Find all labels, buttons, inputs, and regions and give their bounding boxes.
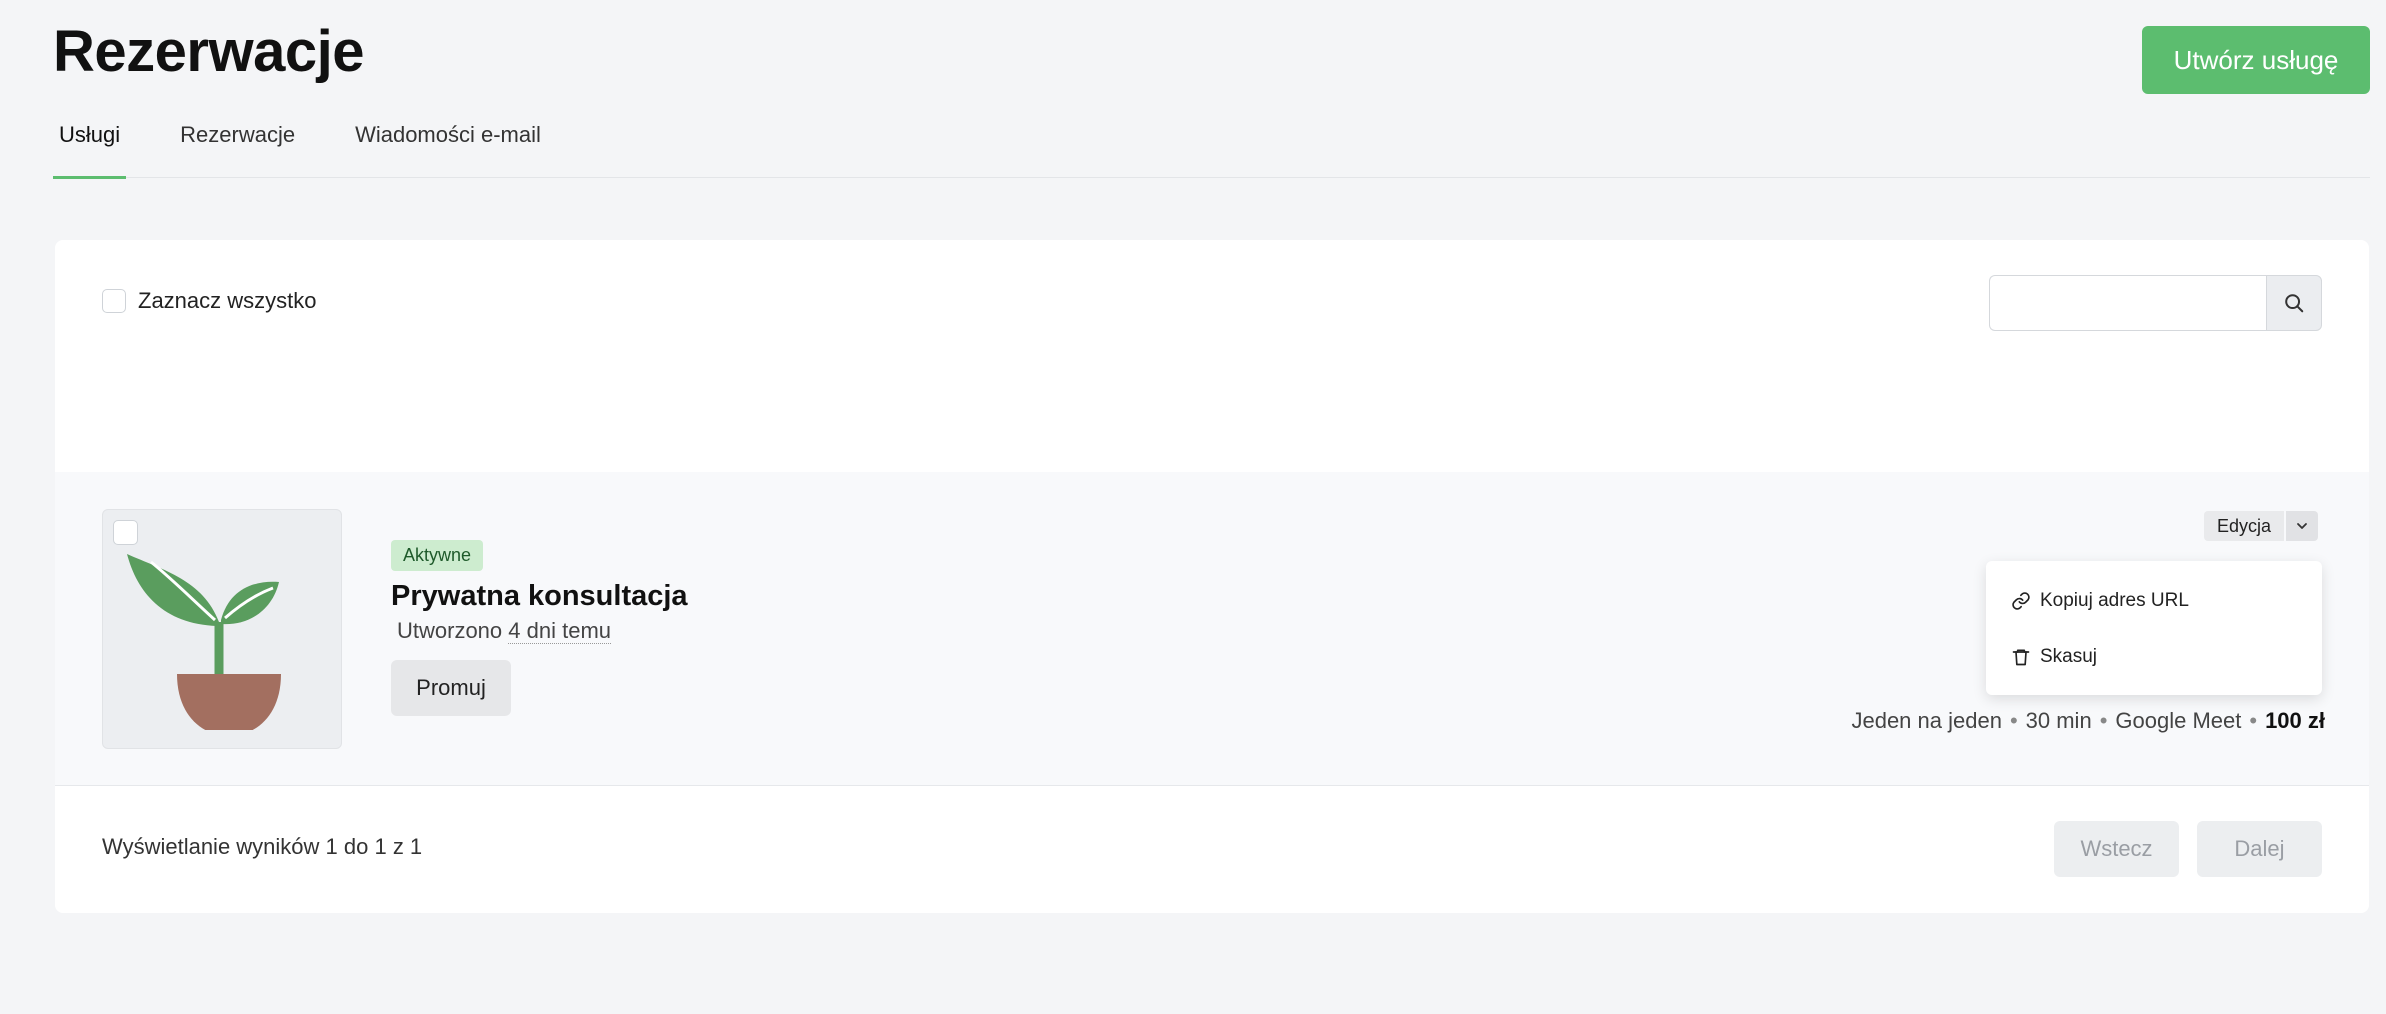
edit-dropdown-toggle[interactable] — [2286, 511, 2319, 541]
actions-dropdown: Kopiuj adres URL Skasuj — [1986, 561, 2322, 695]
tabs-bar: Usługi Rezerwacje Wiadomości e-mail — [53, 108, 2370, 179]
tab-services[interactable]: Usługi — [53, 108, 127, 179]
meta-separator: • — [2009, 708, 2018, 733]
status-badge: Aktywne — [391, 540, 484, 571]
create-service-button[interactable]: Utwórz usługę — [2142, 26, 2370, 94]
plant-icon — [127, 554, 281, 730]
created-ago: 4 dni temu — [508, 618, 612, 644]
created-info: Utworzono 4 dni temu — [397, 618, 612, 644]
chevron-down-icon — [2297, 523, 2307, 529]
copy-url-label: Kopiuj adres URL — [2040, 590, 2189, 611]
edit-button[interactable]: Edycja — [2204, 511, 2285, 541]
select-all-label: Zaznacz wszystko — [138, 288, 317, 313]
select-all-checkbox[interactable] — [102, 289, 126, 313]
trash-icon — [2012, 649, 2030, 666]
search-group — [1989, 275, 2322, 331]
meta-price: 100 zł — [2265, 708, 2325, 733]
prev-page-button[interactable]: Wstecz — [2054, 821, 2179, 877]
service-title[interactable]: Prywatna konsultacja — [391, 580, 688, 613]
meta-separator: • — [2249, 708, 2258, 733]
results-summary: Wyświetlanie wyników 1 do 1 z 1 — [102, 834, 423, 859]
created-prefix: Utworzono — [397, 618, 503, 643]
search-input[interactable] — [1989, 275, 2266, 331]
next-page-button[interactable]: Dalej — [2197, 821, 2322, 877]
select-all[interactable]: Zaznacz wszystko — [102, 288, 317, 314]
meta-separator: • — [2099, 708, 2108, 733]
meta-duration: 30 min — [2025, 708, 2092, 733]
meta-location: Google Meet — [2115, 708, 2242, 733]
service-row: Aktywne Prywatna konsultacja Utworzono 4… — [55, 472, 2369, 786]
search-button[interactable] — [2266, 275, 2322, 331]
promote-button[interactable]: Promuj — [391, 660, 511, 716]
delete-label: Skasuj — [2040, 646, 2098, 667]
link-icon — [2012, 592, 2030, 610]
service-thumbnail — [102, 509, 342, 749]
edit-button-group: Edycja — [2204, 511, 2319, 541]
page-title: Rezerwacje — [53, 19, 364, 84]
copy-url-menu-item[interactable]: Kopiuj adres URL — [1986, 573, 2322, 629]
service-meta: Jeden na jeden • 30 min • Google Meet • … — [1851, 708, 2325, 734]
tab-emails[interactable]: Wiadomości e-mail — [349, 108, 547, 178]
delete-menu-item[interactable]: Skasuj — [1986, 629, 2322, 685]
meta-type: Jeden na jeden — [1851, 708, 2002, 733]
tab-reservations[interactable]: Rezerwacje — [174, 108, 301, 178]
search-icon — [2285, 294, 2304, 313]
services-card: Zaznacz wszystko Aktywne Prywatna konsul… — [55, 240, 2369, 913]
